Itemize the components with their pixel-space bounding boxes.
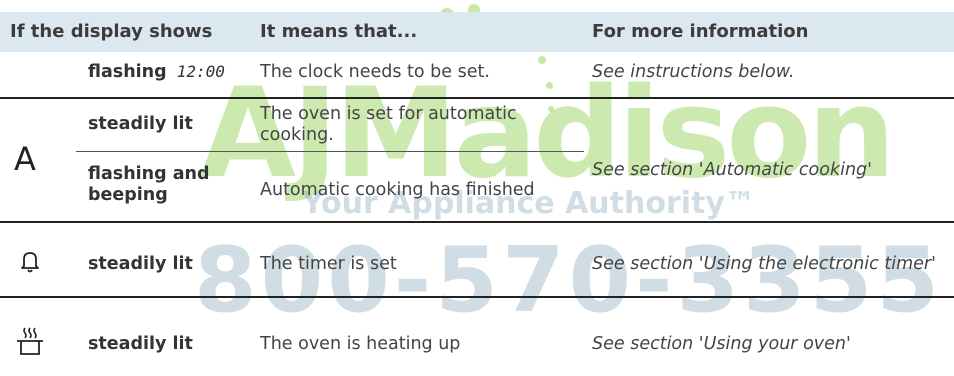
row-divider xyxy=(0,296,954,298)
header-display-shows: If the display shows xyxy=(10,21,213,42)
row-auto-info: See section 'Automatic cooking' xyxy=(592,160,872,180)
row-timer-info: See section 'Using the electronic timer' xyxy=(592,254,936,274)
row-clock-state-label: flashing xyxy=(88,62,167,82)
row-auto-finished-meaning: Automatic cooking has finished xyxy=(260,180,535,200)
bell-icon xyxy=(21,252,39,273)
clock-display-digits: 12:00 xyxy=(176,62,225,81)
row-timer-state: steadily lit xyxy=(88,254,193,274)
oven-heating-icon xyxy=(17,327,43,355)
row-auto-lit-state: steadily lit xyxy=(88,114,193,134)
row-clock-state: flashing 12:00 xyxy=(88,62,225,82)
row-heating-state: steadily lit xyxy=(88,334,193,354)
row-clock-meaning: The clock needs to be set. xyxy=(260,62,490,82)
table-header: If the display shows It means that... Fo… xyxy=(0,12,954,52)
row-heating-meaning: The oven is heating up xyxy=(260,334,461,354)
display-symbols-table: If the display shows It means that... Fo… xyxy=(0,0,954,376)
sub-row-divider xyxy=(76,151,584,152)
row-clock-info: See instructions below. xyxy=(592,62,795,82)
row-auto-lit-meaning: The oven is set for automatic cooking. xyxy=(260,104,517,145)
header-it-means: It means that... xyxy=(260,21,418,42)
auto-cooking-symbol: A xyxy=(14,140,36,178)
row-divider xyxy=(0,221,954,223)
row-heating-info: See section 'Using your oven' xyxy=(592,334,851,354)
row-timer-meaning: The timer is set xyxy=(260,254,397,274)
header-more-info: For more information xyxy=(592,21,809,42)
row-auto-finished-state: flashing and beeping xyxy=(88,164,210,205)
row-divider xyxy=(0,97,954,99)
